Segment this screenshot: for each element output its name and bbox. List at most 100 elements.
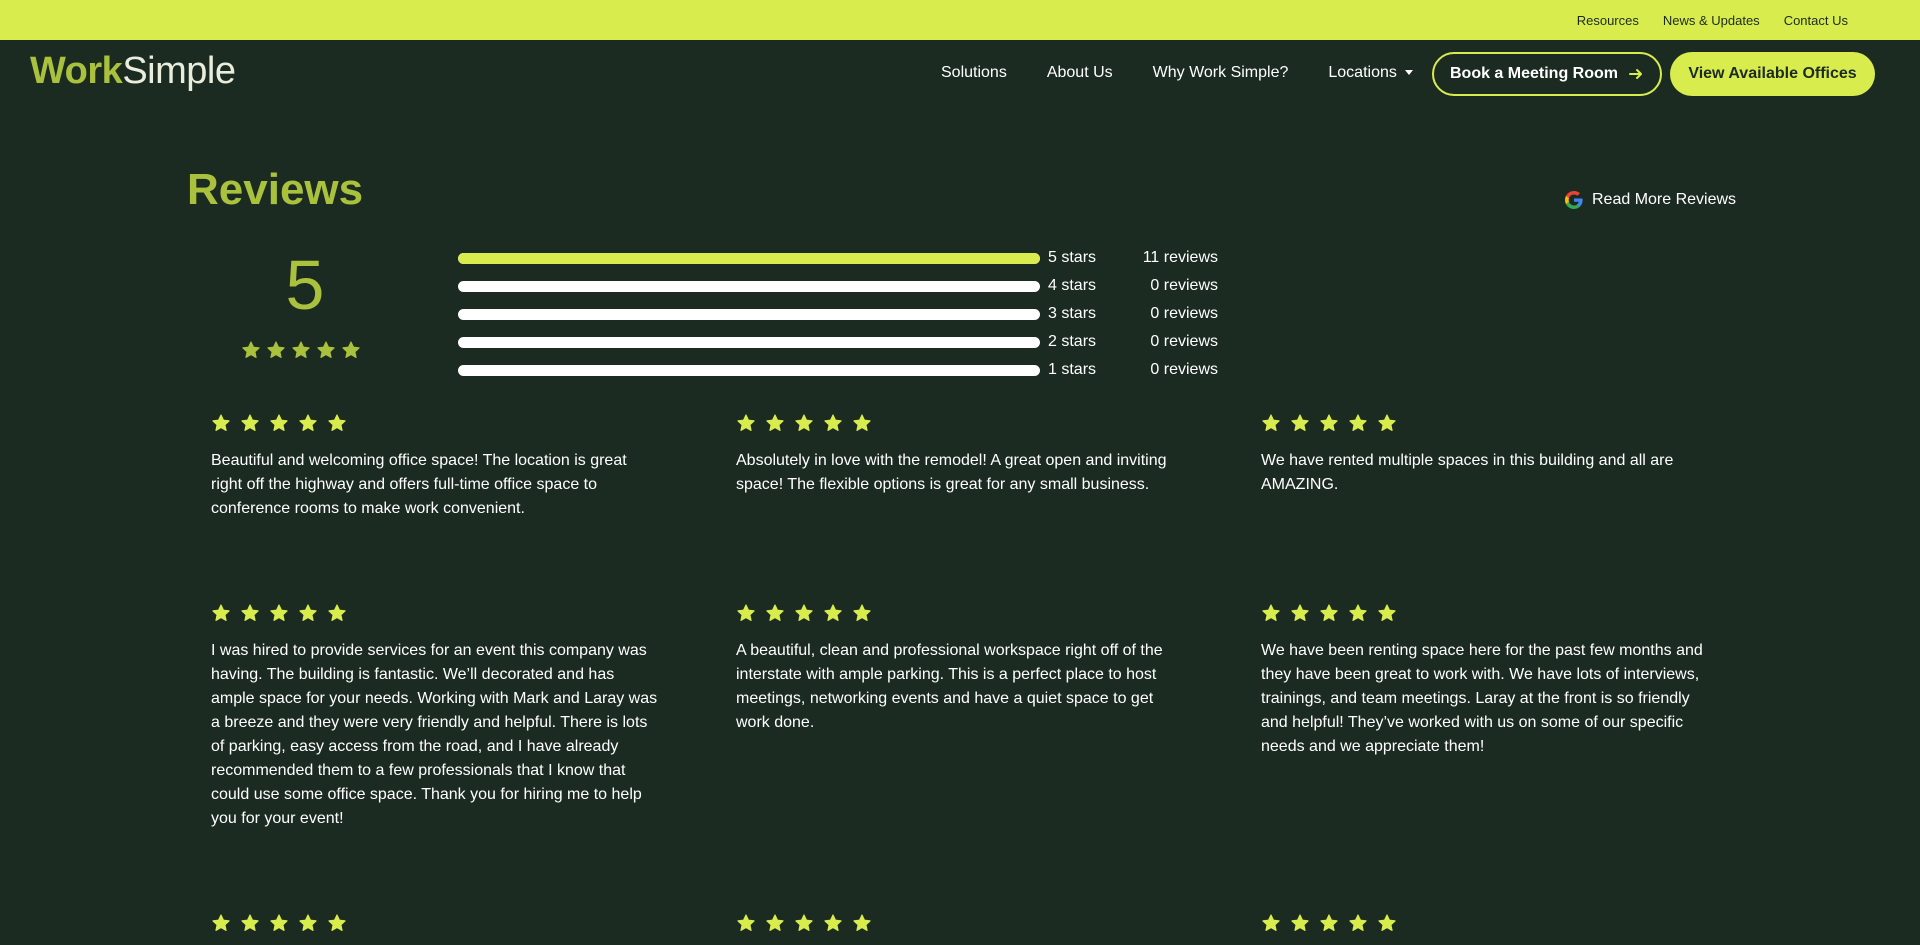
rating-bar-label: 2 stars <box>1048 333 1097 350</box>
rating-breakdown: 5 stars 11 reviews 4 stars 0 reviews 3 stars… <box>458 244 1218 384</box>
star-icon <box>1291 914 1309 931</box>
rating-bar-count: 0 reviews <box>1150 333 1218 350</box>
star-icon <box>824 914 842 931</box>
star-icon <box>766 914 784 931</box>
nav-about-us[interactable]: About Us <box>1047 64 1113 82</box>
rating-bar-track <box>458 252 1040 264</box>
rating-bar-row: 4 stars 0 reviews <box>458 272 1218 300</box>
star-icon <box>1262 914 1280 931</box>
rating-bar-row: 3 stars 0 reviews <box>458 300 1218 328</box>
rating-bar-label: 1 stars <box>1048 361 1097 378</box>
review-card: We have been renting space here for the … <box>1261 603 1711 759</box>
arrow-right-icon <box>1629 69 1642 79</box>
review-text: A beautiful, clean and professional work… <box>736 642 1163 731</box>
review-card <box>1261 913 1711 945</box>
contact-us-link[interactable]: Contact Us <box>1784 13 1848 28</box>
star-icon <box>292 341 310 358</box>
review-stars <box>736 413 1186 433</box>
star-icon <box>795 914 813 931</box>
rating-bar-label: 3 stars <box>1048 305 1097 322</box>
star-icon <box>299 414 317 431</box>
star-icon <box>267 341 285 358</box>
review-text: We have been renting space here for the … <box>1261 642 1703 755</box>
star-icon <box>299 604 317 621</box>
star-icon <box>737 604 755 621</box>
review-stars <box>736 603 1186 623</box>
resources-link[interactable]: Resources <box>1577 13 1639 28</box>
nav-locations-dropdown[interactable]: Locations <box>1328 64 1413 82</box>
rating-bar-row: 2 stars 0 reviews <box>458 328 1218 356</box>
review-card: Absolutely in love with the remodel! A g… <box>736 413 1186 497</box>
star-icon <box>317 341 335 358</box>
star-icon <box>212 414 230 431</box>
average-rating-stars <box>241 340 361 360</box>
star-icon <box>328 914 346 931</box>
review-card: I was hired to provide services for an e… <box>211 603 661 831</box>
logo-bold-text: Work <box>30 50 123 92</box>
nav-links: Solutions About Us Why Work Simple? Loca… <box>941 40 1453 106</box>
star-icon <box>241 414 259 431</box>
star-icon <box>853 414 871 431</box>
star-icon <box>1349 604 1367 621</box>
nav-locations-label: Locations <box>1328 64 1397 81</box>
rating-bar-count: 0 reviews <box>1150 277 1218 294</box>
star-icon <box>1378 414 1396 431</box>
review-stars <box>211 913 661 933</box>
news-updates-link[interactable]: News & Updates <box>1663 13 1760 28</box>
rating-bar-track <box>458 308 1040 320</box>
star-icon <box>1349 414 1367 431</box>
rating-bar-row: 5 stars 11 reviews <box>458 244 1218 272</box>
review-card: A beautiful, clean and professional work… <box>736 603 1186 735</box>
review-stars <box>736 913 1186 933</box>
rating-bar-count: 0 reviews <box>1150 305 1218 322</box>
star-icon <box>328 604 346 621</box>
star-icon <box>1320 414 1338 431</box>
rating-bar-label: 5 stars <box>1048 249 1097 266</box>
book-meeting-room-button[interactable]: Book a Meeting Room <box>1432 52 1662 96</box>
star-icon <box>212 604 230 621</box>
star-icon <box>1320 604 1338 621</box>
review-stars <box>211 603 661 623</box>
star-icon <box>1320 914 1338 931</box>
star-icon <box>241 604 259 621</box>
rating-bar-row: 1 stars 0 reviews <box>458 356 1218 384</box>
average-rating: 5 <box>285 246 325 324</box>
star-icon <box>1349 914 1367 931</box>
star-icon <box>241 914 259 931</box>
nav-solutions[interactable]: Solutions <box>941 64 1007 82</box>
star-icon <box>328 414 346 431</box>
star-icon <box>270 414 288 431</box>
star-icon <box>795 604 813 621</box>
star-icon <box>853 914 871 931</box>
read-more-reviews-link[interactable]: Read More Reviews <box>1564 190 1736 210</box>
star-icon <box>824 414 842 431</box>
star-icon <box>795 414 813 431</box>
review-text: I was hired to provide services for an e… <box>211 642 658 827</box>
utility-bar: Resources News & Updates Contact Us <box>0 0 1920 40</box>
review-card <box>211 913 661 945</box>
star-icon <box>1378 914 1396 931</box>
star-icon <box>766 414 784 431</box>
book-meeting-room-label: Book a Meeting Room <box>1449 65 1618 82</box>
star-icon <box>1262 604 1280 621</box>
view-available-offices-button[interactable]: View Available Offices <box>1670 52 1875 96</box>
chevron-down-icon <box>1404 69 1413 75</box>
star-icon <box>737 914 755 931</box>
google-icon <box>1565 191 1583 209</box>
star-icon <box>270 914 288 931</box>
review-stars <box>1261 913 1711 933</box>
star-icon <box>824 604 842 621</box>
star-icon <box>1378 604 1396 621</box>
nav-why-work-simple[interactable]: Why Work Simple? <box>1153 64 1289 82</box>
star-icon <box>737 414 755 431</box>
star-icon <box>242 341 260 358</box>
worksimple-logo[interactable]: WorkSimple <box>30 50 236 93</box>
rating-bar-label: 4 stars <box>1048 277 1097 294</box>
review-text: We have rented multiple spaces in this b… <box>1261 452 1674 493</box>
review-stars <box>1261 413 1711 433</box>
rating-bar-fill <box>458 252 1040 264</box>
rating-bar-track <box>458 336 1040 348</box>
star-icon <box>1291 604 1309 621</box>
star-icon <box>853 604 871 621</box>
star-icon <box>342 341 360 358</box>
